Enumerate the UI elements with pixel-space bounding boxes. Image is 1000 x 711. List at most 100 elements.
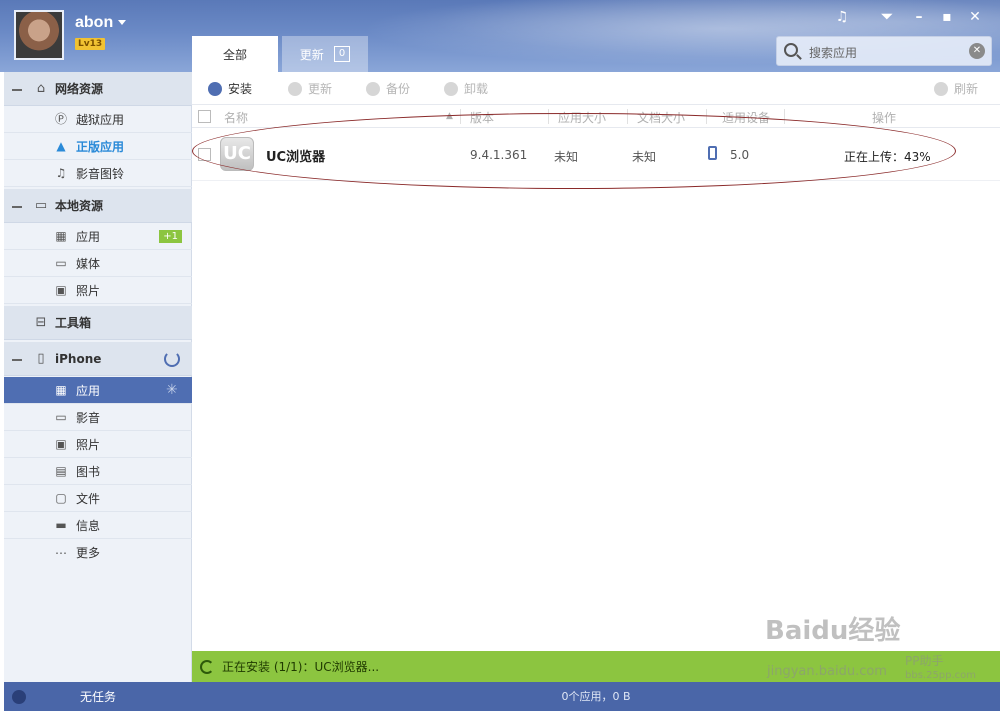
- watermark-site: bbs.25pp.com: [905, 670, 977, 681]
- app-size: 未知: [554, 150, 579, 164]
- username[interactable]: abon: [75, 14, 113, 32]
- phone-icon: [708, 146, 717, 160]
- tab-all-label: 全部: [222, 47, 247, 62]
- download-icon: [12, 689, 26, 704]
- row-checkbox[interactable]: [198, 148, 211, 161]
- loading-spinner-icon: [200, 659, 214, 674]
- backup-button[interactable]: 备份: [366, 80, 410, 97]
- sidebar-group-label: 本地资源: [55, 199, 104, 213]
- collapse-icon[interactable]: [12, 205, 22, 208]
- avatar[interactable]: [14, 10, 64, 60]
- tab-update[interactable]: 更新 0: [282, 36, 368, 72]
- refresh-label: 刷新: [954, 82, 979, 96]
- install-progress-text: 正在安装 (1/1)：UC浏览器...: [222, 660, 380, 674]
- update-button[interactable]: 更新: [288, 80, 332, 97]
- search-input[interactable]: 搜索应用: [809, 44, 857, 61]
- app-name: UC浏览器: [266, 150, 326, 165]
- sidebar-group-label: 网络资源: [55, 82, 104, 96]
- sidebar-item-iphone-more[interactable]: ⋯ 更多: [4, 539, 192, 566]
- phone-icon: ▯: [37, 350, 45, 366]
- collapse-icon[interactable]: [12, 358, 22, 361]
- select-all-checkbox[interactable]: [198, 110, 211, 123]
- toolbox-icon: ⊟: [35, 314, 47, 330]
- table-row[interactable]: UC UC浏览器 9.4.1.361 未知 未知 5.0 正在上传：43%: [192, 128, 1000, 181]
- install-icon: [208, 81, 222, 96]
- column-divider: [706, 109, 707, 124]
- minimize-icon[interactable]: –: [910, 8, 928, 26]
- more-icon: ⋯: [55, 545, 67, 560]
- watermark-brand: PP助手: [905, 654, 944, 668]
- device-version: 5.0: [730, 148, 750, 162]
- doc-size: 未知: [632, 150, 657, 164]
- sidebar-item-label: 信息: [76, 518, 101, 533]
- app-version: 9.4.1.361: [470, 148, 528, 162]
- sidebar-item-iphone-files[interactable]: ▢ 文件: [4, 485, 192, 512]
- uninstall-button[interactable]: 卸载: [444, 80, 488, 97]
- refresh-icon[interactable]: [164, 350, 180, 367]
- loading-spinner-icon: ✳: [166, 382, 178, 398]
- sidebar-item-label: 影音图铃: [76, 166, 125, 181]
- music-icon[interactable]: ♫: [833, 8, 851, 26]
- task-status-bar[interactable]: 无任务: [4, 682, 192, 711]
- collapse-icon[interactable]: [12, 88, 22, 91]
- clear-search-icon[interactable]: ✕: [969, 43, 985, 59]
- sidebar-group-online[interactable]: ⌂ 网络资源: [4, 72, 192, 106]
- sidebar-item-label: 媒体: [76, 256, 101, 271]
- upload-status: 正在上传：43%: [844, 150, 931, 164]
- sidebar-group-label: 工具箱: [55, 316, 92, 330]
- toolbar: 安装 更新 备份 卸载 刷新: [192, 72, 1000, 105]
- sidebar-item-media-ringtones[interactable]: ♫ 影音图铃: [4, 160, 192, 187]
- column-device[interactable]: 适用设备: [722, 109, 770, 126]
- update-label: 更新: [308, 82, 333, 96]
- sidebar-item-local-media[interactable]: ▭ 媒体: [4, 250, 192, 277]
- message-icon: ▬: [55, 518, 67, 532]
- sidebar-item-local-apps[interactable]: ▦ 应用 +1: [4, 223, 192, 250]
- tab-all[interactable]: 全部: [192, 36, 278, 72]
- close-icon[interactable]: ✕: [966, 8, 984, 26]
- music-note-icon: ♫: [55, 166, 67, 180]
- sidebar-item-iphone-books[interactable]: ▤ 图书: [4, 458, 192, 485]
- sidebar-group-label: iPhone: [55, 351, 102, 366]
- menu-icon[interactable]: ⏷: [878, 8, 896, 26]
- column-action: 操作: [872, 111, 897, 125]
- tab-update-label: 更新: [299, 47, 324, 62]
- sidebar: ⌂ 网络资源 Ⓟ 越狱应用 ▲ 正版应用 ♫ 影音图铃 ▭ 本地资源 ▦ 应用 …: [4, 72, 192, 682]
- table-header: 名称 ▲ 版本 应用大小 文档大小 适用设备 操作: [192, 105, 1000, 128]
- refresh-button[interactable]: 刷新: [934, 80, 978, 97]
- sidebar-item-local-photos[interactable]: ▣ 照片: [4, 277, 192, 304]
- sidebar-group-local[interactable]: ▭ 本地资源: [4, 189, 192, 223]
- sort-icon[interactable]: ▲: [446, 111, 453, 121]
- sidebar-item-iphone-apps[interactable]: ▦ 应用 ✳: [4, 377, 192, 404]
- backup-label: 备份: [386, 82, 411, 96]
- sidebar-group-toolbox[interactable]: ⊟ 工具箱: [4, 306, 192, 340]
- watermark-url: jingyan.baidu.com: [767, 664, 887, 679]
- sidebar-group-iphone[interactable]: ▯ iPhone: [4, 342, 192, 376]
- photo-icon: ▣: [55, 283, 67, 297]
- column-name[interactable]: 名称: [224, 109, 248, 126]
- column-divider: [627, 109, 628, 124]
- sidebar-item-genuine-apps[interactable]: ▲ 正版应用: [4, 133, 192, 160]
- column-doc-size[interactable]: 文档大小: [637, 109, 685, 126]
- column-version[interactable]: 版本: [470, 109, 494, 126]
- sidebar-item-iphone-messages[interactable]: ▬ 信息: [4, 512, 192, 539]
- install-label: 安装: [228, 82, 253, 96]
- uc-browser-icon: UC: [220, 137, 254, 171]
- sidebar-item-label: 正版应用: [76, 139, 125, 154]
- sidebar-item-label: 更多: [76, 546, 101, 560]
- maximize-icon[interactable]: ▪: [938, 8, 956, 26]
- sidebar-item-label: 影音: [76, 410, 101, 425]
- install-button[interactable]: 安装: [208, 80, 252, 97]
- thumb-icon: ▲: [56, 139, 66, 153]
- search-box[interactable]: 搜索应用 ✕: [776, 36, 992, 66]
- sidebar-item-jailbreak-apps[interactable]: Ⓟ 越狱应用: [4, 106, 192, 133]
- sidebar-item-label: 照片: [76, 437, 101, 452]
- monitor-icon: ▭: [34, 197, 48, 213]
- sidebar-item-iphone-media[interactable]: ▭ 影音: [4, 404, 192, 431]
- sidebar-item-label: 照片: [76, 283, 101, 298]
- photo-icon: ▣: [55, 437, 67, 451]
- backup-icon: [366, 81, 380, 96]
- chevron-down-icon[interactable]: [118, 20, 126, 25]
- column-app-size[interactable]: 应用大小: [558, 109, 606, 126]
- search-icon: [784, 43, 798, 57]
- sidebar-item-iphone-photos[interactable]: ▣ 照片: [4, 431, 192, 458]
